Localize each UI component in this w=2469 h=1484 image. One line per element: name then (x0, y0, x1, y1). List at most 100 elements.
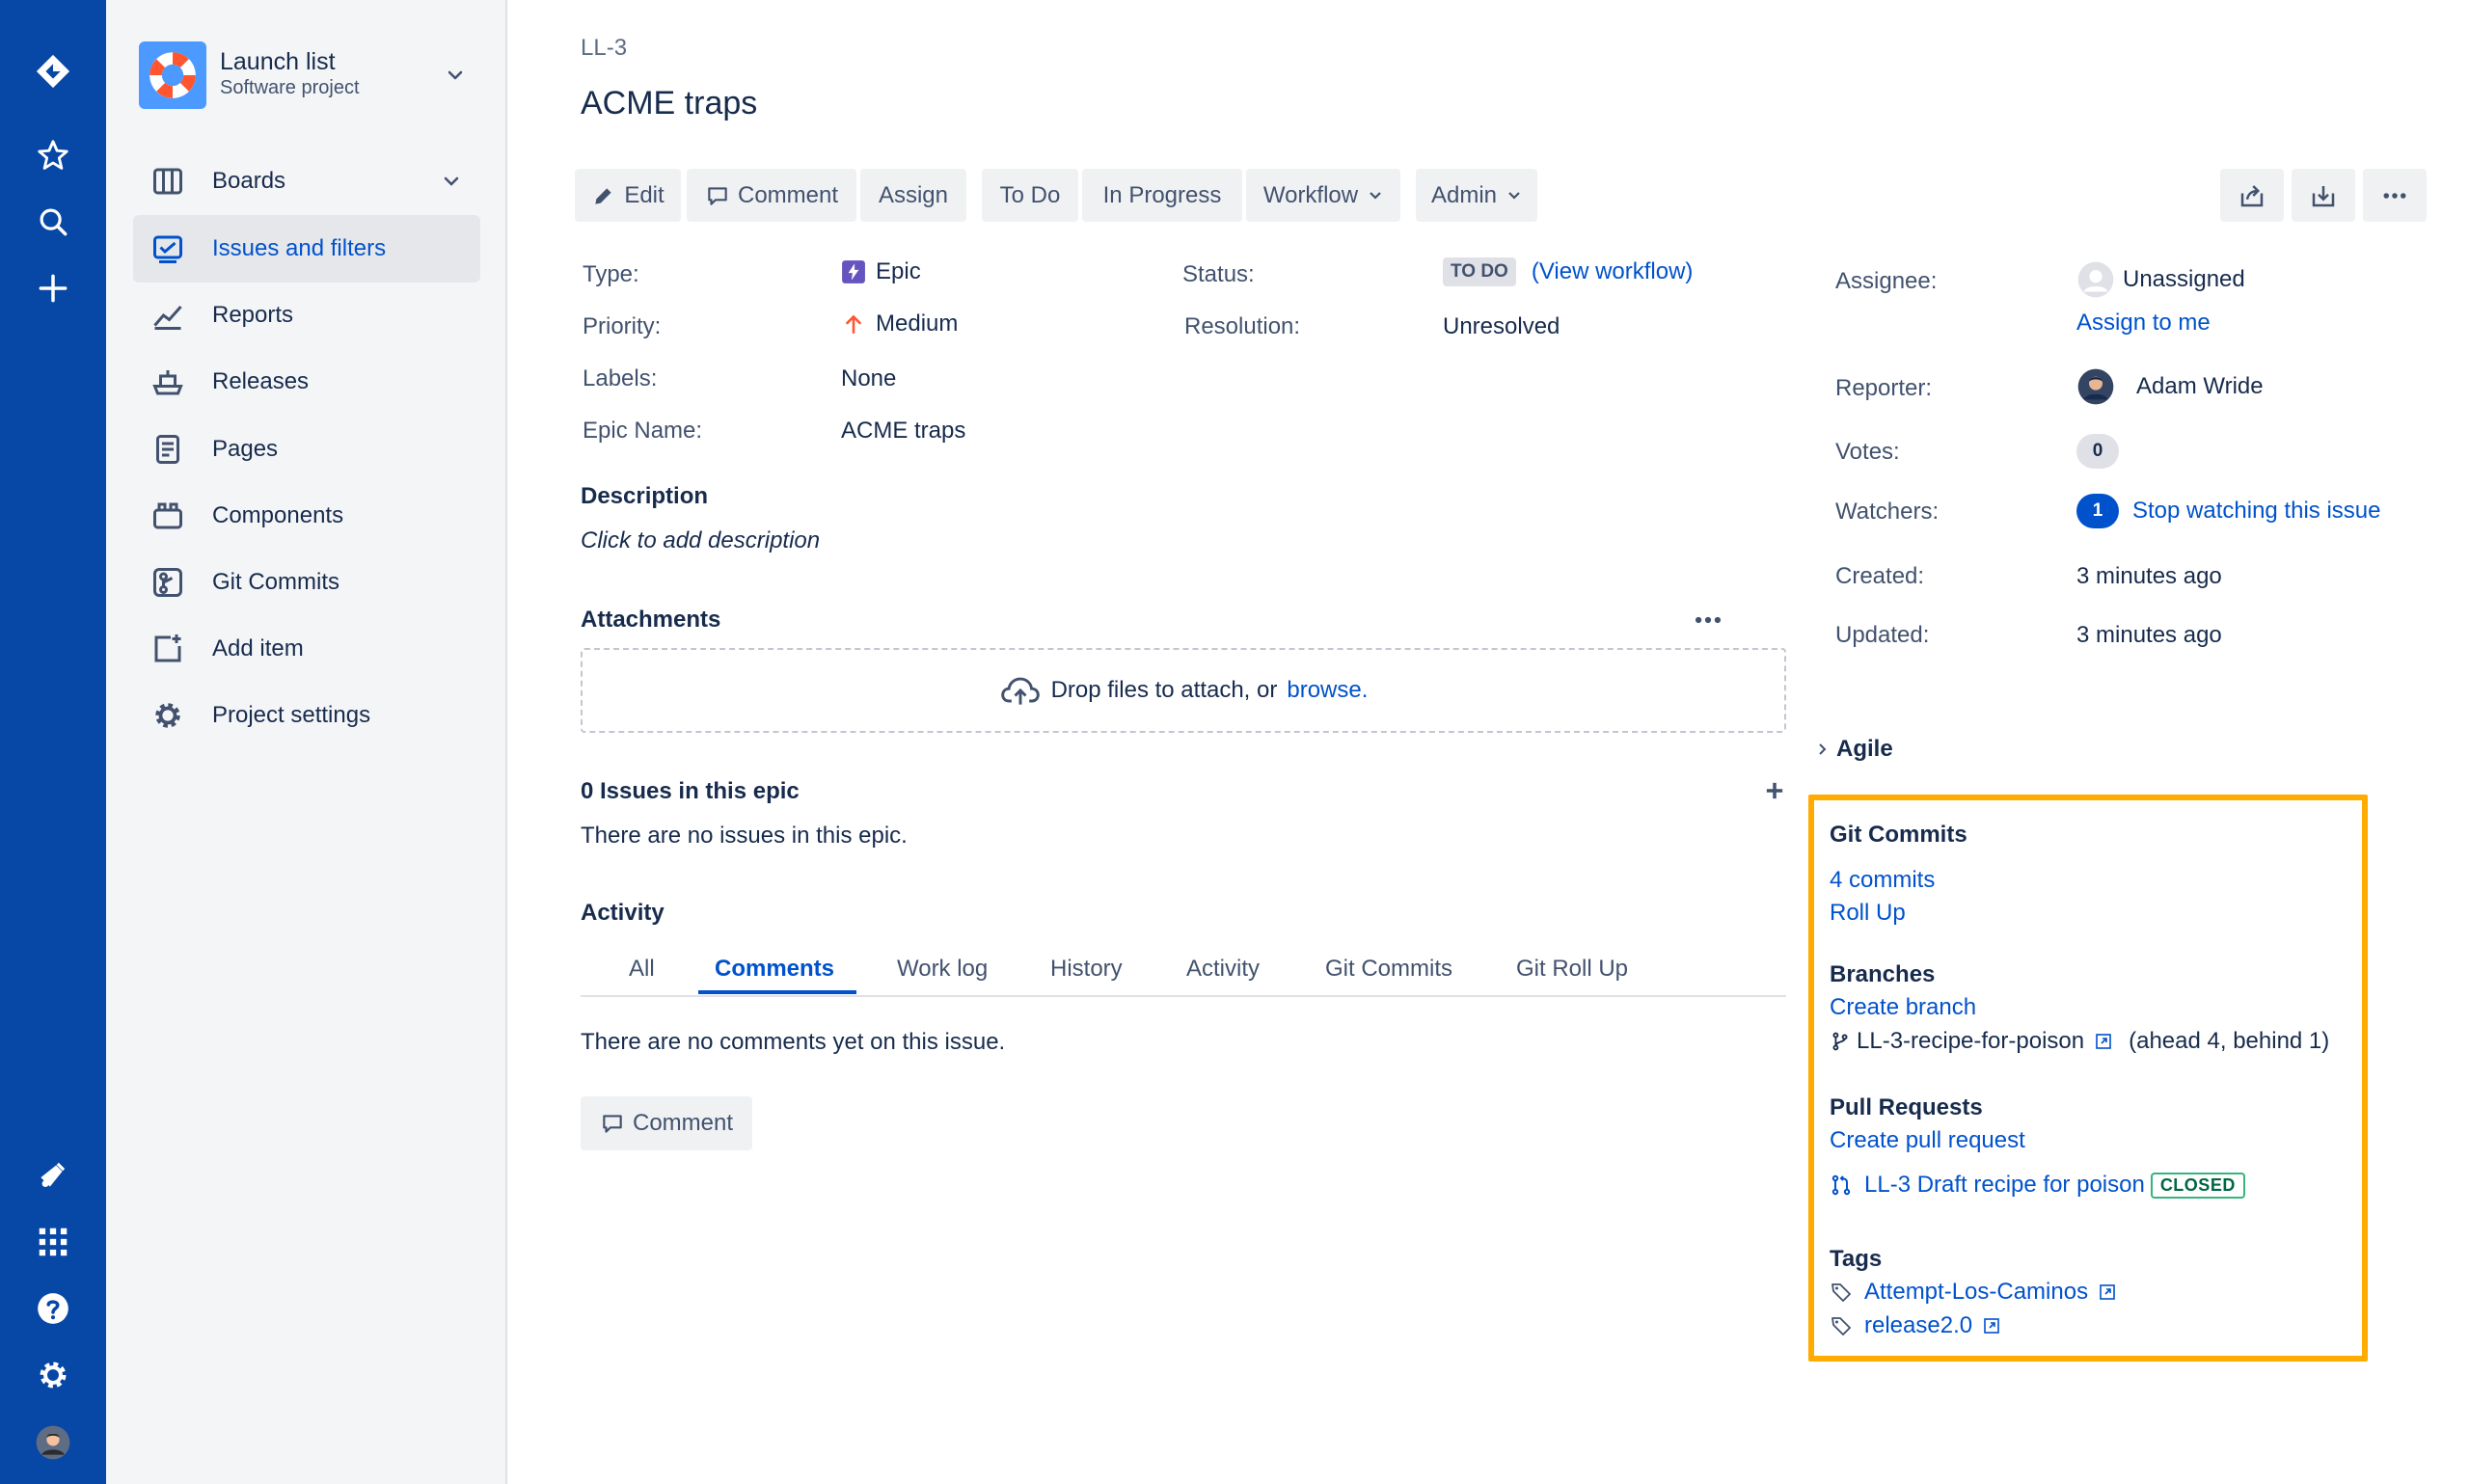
status-field: TO DO (View workflow) (1443, 257, 1693, 286)
sidebar-item-project-settings[interactable]: Project settings (133, 682, 480, 749)
sidebar-item-reports[interactable]: Reports (133, 282, 480, 349)
issue-key-breadcrumb[interactable]: LL-3 (581, 35, 627, 62)
sidebar-item-pages[interactable]: Pages (133, 416, 480, 483)
assign-button[interactable]: Assign (860, 169, 966, 222)
unassigned-avatar-icon (2077, 261, 2114, 298)
drop-text: Drop files to attach, or (1050, 677, 1278, 703)
view-workflow-link[interactable]: (View workflow) (1532, 258, 1694, 285)
star-icon[interactable] (30, 132, 76, 178)
type-field[interactable]: Epic (841, 258, 921, 285)
attachment-dropzone[interactable]: Drop files to attach, or browse. (581, 648, 1786, 733)
activity-title: Activity (581, 900, 665, 926)
to-do-button[interactable]: To Do (982, 169, 1078, 222)
add-comment-button[interactable]: Comment (581, 1096, 752, 1150)
in-progress-button[interactable]: In Progress (1082, 169, 1242, 222)
assignee-value: Unassigned (2123, 266, 2245, 292)
comment-button[interactable]: Comment (687, 169, 856, 222)
sidebar-item-label: Pages (212, 436, 279, 462)
commits-count-link[interactable]: 4 commits (1830, 867, 1935, 894)
git-integration-panel: Git Commits 4 commits Roll Up Branches C… (1808, 795, 2368, 1362)
epic-issues-title: 0 Issues in this epic (581, 778, 800, 804)
attachments-more-button[interactable] (1692, 604, 1724, 643)
tag-row: release2.0 (1830, 1312, 2001, 1339)
issue-title[interactable]: ACME traps (581, 85, 757, 122)
browse-link[interactable]: browse. (1287, 677, 1368, 704)
jira-logo-icon[interactable] (30, 48, 76, 94)
sidebar-item-releases[interactable]: Releases (133, 348, 480, 416)
sidebar-item-components[interactable]: Components (133, 482, 480, 550)
tag-link[interactable]: Attempt-Los-Caminos (1864, 1279, 2088, 1306)
megaphone-icon[interactable] (30, 1151, 76, 1198)
pull-request-link[interactable]: LL-3 Draft recipe for poison (1864, 1172, 2145, 1199)
export-button[interactable] (2292, 169, 2355, 222)
search-icon[interactable] (30, 199, 76, 245)
more-actions-button[interactable] (2363, 169, 2427, 222)
assignee-label: Assignee: (1835, 268, 1938, 294)
tab-activity[interactable]: Activity (1186, 956, 1260, 983)
resolution-value: Unresolved (1443, 313, 1560, 339)
user-avatar[interactable] (30, 1419, 76, 1466)
settings-icon[interactable] (30, 1352, 76, 1398)
share-button[interactable] (2220, 169, 2284, 222)
priority-field[interactable]: Medium (841, 310, 958, 337)
sidebar-item-add-item[interactable]: Add item (133, 615, 480, 683)
create-icon[interactable] (30, 265, 76, 311)
assign-to-me-link[interactable]: Assign to me (2076, 310, 2211, 337)
stop-watching-link[interactable]: Stop watching this issue (2132, 498, 2380, 525)
assignee-field[interactable]: Unassigned (2076, 260, 2245, 299)
comment-icon (603, 1115, 622, 1133)
tab-work-log[interactable]: Work log (897, 956, 988, 983)
external-link-icon[interactable] (1982, 1316, 2001, 1336)
votes-label: Votes: (1835, 439, 1900, 465)
admin-dropdown[interactable]: Admin (1416, 169, 1537, 222)
sidebar-item-boards[interactable]: Boards (133, 148, 480, 215)
resolution-label: Resolution: (1184, 313, 1301, 339)
comment-label: Comment (737, 181, 839, 208)
issue-view: LL-3 ACME traps Edit Comment Assign To D… (507, 0, 2469, 1484)
edit-button[interactable]: Edit (575, 169, 681, 222)
create-pull-request-link[interactable]: Create pull request (1830, 1127, 2025, 1154)
tab-comments[interactable]: Comments (715, 956, 834, 983)
agile-section-toggle[interactable]: Agile (1815, 736, 1893, 763)
votes-count-badge: 0 (2076, 434, 2119, 469)
priority-label: Priority: (583, 313, 662, 339)
votes-field[interactable]: 0 (2076, 434, 2119, 469)
sidebar-item-git-commits[interactable]: Git Commits (133, 549, 480, 616)
tab-git-roll-up[interactable]: Git Roll Up (1516, 956, 1628, 983)
external-link-icon[interactable] (2094, 1032, 2113, 1051)
tab-git-commits[interactable]: Git Commits (1325, 956, 1452, 983)
tags-title: Tags (1830, 1246, 1883, 1272)
active-tab-indicator (698, 990, 856, 994)
status-lozenge: TO DO (1443, 257, 1516, 286)
branch-name[interactable]: LL-3-recipe-for-poison (1857, 1028, 2084, 1055)
tab-all[interactable]: All (629, 956, 655, 983)
description-field[interactable]: Click to add description (581, 527, 820, 554)
sidebar-item-issues[interactable]: Issues and filters (133, 215, 480, 283)
branch-icon (1832, 1032, 1848, 1051)
external-link-icon[interactable] (2098, 1282, 2117, 1302)
project-avatar[interactable] (139, 41, 206, 109)
board-icon (149, 162, 187, 201)
watchers-count-badge[interactable]: 1 (2076, 494, 2119, 528)
help-icon[interactable] (30, 1285, 76, 1332)
labels-value[interactable]: None (841, 365, 896, 392)
tab-history[interactable]: History (1050, 956, 1123, 983)
roll-up-link[interactable]: Roll Up (1830, 900, 1906, 927)
export-icon (2312, 185, 2335, 206)
project-name[interactable]: Launch list (220, 48, 336, 76)
reporter-field[interactable]: Adam Wride (2076, 367, 2264, 406)
create-branch-link[interactable]: Create branch (1830, 994, 1976, 1021)
pull-requests-title: Pull Requests (1830, 1094, 1983, 1120)
pencil-icon (595, 187, 611, 204)
tag-link[interactable]: release2.0 (1864, 1312, 1972, 1339)
chevron-down-icon[interactable] (440, 170, 463, 193)
reporter-value: Adam Wride (2136, 373, 2264, 399)
branches-title: Branches (1830, 961, 1936, 987)
chevron-down-icon[interactable] (444, 64, 467, 87)
epic-name-value[interactable]: ACME traps (841, 418, 965, 445)
tag-icon (1831, 1317, 1851, 1336)
workflow-dropdown[interactable]: Workflow (1246, 169, 1400, 222)
app-switcher-icon[interactable] (30, 1219, 76, 1265)
add-issue-button[interactable] (1761, 777, 1788, 811)
share-icon (2240, 184, 2264, 206)
